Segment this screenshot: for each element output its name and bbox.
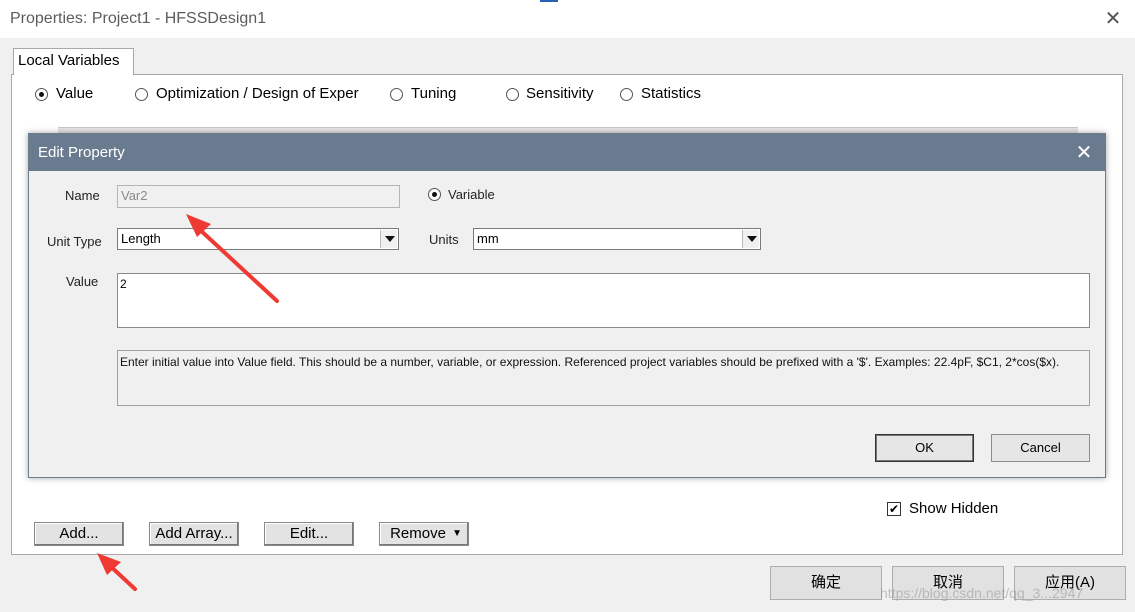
unit-type-select[interactable]: Length [117, 228, 399, 250]
top-edge-marker [540, 0, 558, 2]
confirm-button[interactable]: 确定 [770, 566, 882, 600]
unit-type-chevron-down-icon[interactable] [380, 230, 397, 248]
checkmark-icon: ✔ [888, 502, 900, 516]
remove-button-label: Remove [390, 525, 446, 542]
window-close-icon[interactable]: ✕ [1100, 6, 1126, 32]
add-button[interactable]: Add... [34, 522, 124, 546]
edit-property-titlebar [29, 134, 1105, 171]
annotation-arrow-add-head [97, 553, 121, 575]
radio-value-label: Value [56, 85, 94, 102]
edit-button[interactable]: Edit... [264, 522, 354, 546]
variable-radio[interactable] [428, 188, 441, 201]
unit-type-label: Unit Type [47, 234, 102, 249]
cancel-button[interactable]: Cancel [991, 434, 1090, 462]
units-value: mm [477, 231, 499, 246]
units-chevron-down-icon[interactable] [742, 230, 759, 248]
radio-sensitivity-label: Sensitivity [526, 85, 594, 102]
name-label: Name [65, 188, 100, 203]
radio-sensitivity[interactable] [506, 88, 519, 101]
annotation-arrow-add-line [106, 562, 137, 591]
value-input[interactable]: 2 [117, 273, 1090, 328]
hint-text: Enter initial value into Value field. Th… [117, 350, 1090, 406]
watermark: https://blog.csdn.net/qq_3...2947 [880, 585, 1084, 601]
remove-button[interactable]: Remove ▼ [379, 522, 469, 546]
name-field: Var2 [117, 185, 400, 208]
window-title: Properties: Project1 - HFSSDesign1 [10, 10, 267, 27]
radio-optimization-label: Optimization / Design of Exper [156, 85, 359, 102]
radio-statistics[interactable] [620, 88, 633, 101]
show-hidden-label: Show Hidden [909, 500, 999, 517]
variable-radio-label: Variable [448, 187, 495, 202]
edit-property-title: Edit Property [38, 144, 125, 161]
radio-statistics-label: Statistics [641, 85, 702, 102]
unit-type-value: Length [121, 231, 161, 246]
units-label: Units [429, 232, 459, 247]
remove-dropdown-icon: ▼ [452, 528, 462, 539]
ok-button[interactable]: OK [875, 434, 974, 462]
units-select[interactable]: mm [473, 228, 761, 250]
radio-optimization[interactable] [135, 88, 148, 101]
add-array-button[interactable]: Add Array... [149, 522, 239, 546]
tab-local-variables-label: Local Variables [18, 52, 120, 69]
radio-tuning[interactable] [390, 88, 403, 101]
show-hidden-checkbox[interactable]: ✔ [887, 502, 901, 516]
edit-property-close-icon[interactable]: ✕ [1071, 140, 1097, 166]
value-label: Value [66, 274, 99, 289]
radio-value[interactable] [35, 88, 48, 101]
radio-tuning-label: Tuning [411, 85, 457, 102]
